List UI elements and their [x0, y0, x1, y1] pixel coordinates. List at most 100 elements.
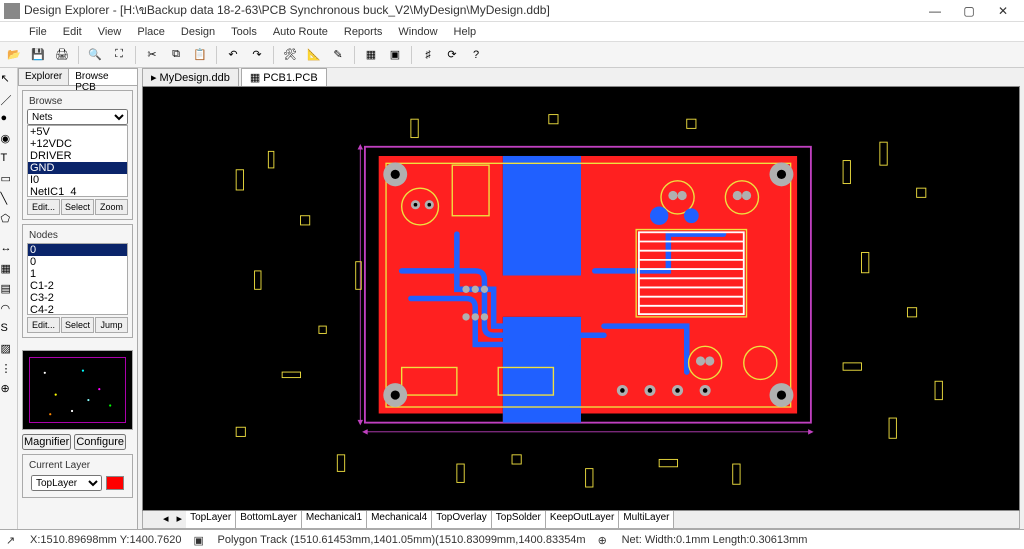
- list-item[interactable]: 0: [28, 244, 127, 256]
- separator: [354, 46, 355, 64]
- paste-icon[interactable]: 📋: [190, 45, 210, 65]
- scroll-left-icon[interactable]: ◂: [159, 511, 173, 528]
- net-icon: ⊕: [598, 534, 610, 546]
- open-icon[interactable]: 📂: [4, 45, 24, 65]
- menu-file[interactable]: File: [22, 24, 54, 40]
- menu-view[interactable]: View: [91, 24, 129, 40]
- layer-tab[interactable]: KeepOutLayer: [546, 511, 620, 528]
- menu-window[interactable]: Window: [391, 24, 444, 40]
- comp-icon[interactable]: ▤: [1, 282, 17, 298]
- browse-select-button[interactable]: Select: [61, 199, 94, 215]
- list-item[interactable]: C3-2: [28, 292, 127, 304]
- string-icon[interactable]: S: [1, 322, 17, 338]
- menu-help[interactable]: Help: [447, 24, 484, 40]
- layer-dropdown[interactable]: TopLayer: [31, 475, 102, 491]
- via-icon[interactable]: ◉: [1, 132, 17, 148]
- zoom-area-icon[interactable]: 🔍: [85, 45, 105, 65]
- menu-autoroute[interactable]: Auto Route: [266, 24, 335, 40]
- tab-browse-pcb[interactable]: Browse PCB: [68, 68, 138, 85]
- layer-tabs: ◂ ▸ TopLayer BottomLayer Mechanical1 Mec…: [142, 511, 1020, 529]
- status-net: Net: Width:0.1mm Length:0.30613mm: [622, 534, 808, 546]
- menu-place[interactable]: Place: [130, 24, 172, 40]
- list-item[interactable]: C1-2: [28, 280, 127, 292]
- cursor-pos-icon: ↗: [6, 534, 18, 546]
- group-icon[interactable]: ▣: [385, 45, 405, 65]
- nodes-select-button[interactable]: Select: [61, 317, 94, 333]
- side-tabs: Explorer Browse PCB: [18, 68, 137, 86]
- app-icon: [4, 3, 20, 19]
- tool3-icon[interactable]: ✎: [328, 45, 348, 65]
- chip-icon[interactable]: ▦: [361, 45, 381, 65]
- list-item[interactable]: +5V: [28, 126, 127, 138]
- fill-icon[interactable]: ▨: [1, 342, 17, 358]
- menu-design[interactable]: Design: [174, 24, 222, 40]
- pcb-render: [143, 87, 1019, 510]
- dim-icon[interactable]: ↔: [1, 242, 17, 258]
- pad-icon[interactable]: ●: [1, 112, 17, 128]
- list-item[interactable]: NetIC1_4: [28, 186, 127, 197]
- layer-tab[interactable]: TopLayer: [186, 511, 236, 528]
- text-icon[interactable]: T: [1, 152, 17, 168]
- layer-color-swatch[interactable]: [106, 476, 124, 490]
- print-icon[interactable]: 🖨: [52, 45, 72, 65]
- arc-icon[interactable]: ◠: [1, 302, 17, 318]
- copy-icon[interactable]: ⧉: [166, 45, 186, 65]
- layer-tab[interactable]: MultiLayer: [619, 511, 674, 528]
- maximize-button[interactable]: ▢: [952, 1, 986, 21]
- rotate-icon[interactable]: ⟳: [442, 45, 462, 65]
- tab-pcb1[interactable]: ▦PCB1.PCB: [241, 68, 327, 86]
- rect-icon[interactable]: ▭: [1, 172, 17, 188]
- list-item[interactable]: GND: [28, 162, 127, 174]
- configure-button[interactable]: Configure: [74, 434, 126, 450]
- layer-tab[interactable]: BottomLayer: [236, 511, 302, 528]
- cut-icon[interactable]: ✂: [142, 45, 162, 65]
- separator: [78, 46, 79, 64]
- tab-explorer[interactable]: Explorer: [18, 68, 69, 85]
- nets-list[interactable]: +5V +12VDC DRIVER GND I0 NetIC1_4 NetIC1…: [27, 125, 128, 197]
- nodes-list[interactable]: 0 0 1 C1-2 C3-2 C4-2 C5-2 C6-2: [27, 243, 128, 315]
- menu-reports[interactable]: Reports: [337, 24, 390, 40]
- tab-mydesign[interactable]: ▸MyDesign.ddb: [142, 68, 239, 86]
- poly-icon[interactable]: ⬠: [1, 212, 17, 228]
- help-icon[interactable]: ?: [466, 45, 486, 65]
- tool2-icon[interactable]: 📐: [304, 45, 324, 65]
- list-item[interactable]: 1: [28, 268, 127, 280]
- nodes-jump-button[interactable]: Jump: [95, 317, 128, 333]
- list-item[interactable]: DRIVER: [28, 150, 127, 162]
- redo-icon[interactable]: ↷: [247, 45, 267, 65]
- list-item[interactable]: +12VDC: [28, 138, 127, 150]
- layer-tab[interactable]: TopSolder: [492, 511, 546, 528]
- room-icon[interactable]: ▦: [1, 262, 17, 278]
- origin-icon[interactable]: ⊕: [1, 382, 17, 398]
- list-item[interactable]: I0: [28, 174, 127, 186]
- side-panel: Explorer Browse PCB Browse Nets +5V +12V…: [18, 68, 138, 529]
- browse-dropdown[interactable]: Nets: [27, 109, 128, 125]
- nodes-edit-button[interactable]: Edit...: [27, 317, 60, 333]
- scroll-right-icon[interactable]: ▸: [173, 511, 187, 528]
- zoom-fit-icon[interactable]: ⛶: [109, 45, 129, 65]
- cursor-icon[interactable]: ↖: [1, 72, 17, 88]
- pcb-canvas[interactable]: [142, 86, 1020, 511]
- line-icon[interactable]: ／: [1, 92, 17, 108]
- preview-panel[interactable]: [22, 350, 133, 430]
- magnifier-button[interactable]: Magnifier: [22, 434, 71, 450]
- list-item[interactable]: C4-2: [28, 304, 127, 315]
- diag-icon[interactable]: ╲: [1, 192, 17, 208]
- list-item[interactable]: 0: [28, 256, 127, 268]
- array-icon[interactable]: ⋮: [1, 362, 17, 378]
- menu-tools[interactable]: Tools: [224, 24, 264, 40]
- layer-tab[interactable]: Mechanical1: [302, 511, 367, 528]
- browse-edit-button[interactable]: Edit...: [27, 199, 60, 215]
- layer-tab[interactable]: Mechanical4: [367, 511, 432, 528]
- save-icon[interactable]: 💾: [28, 45, 48, 65]
- browse-panel: Browse Nets +5V +12VDC DRIVER GND I0 Net…: [18, 86, 137, 346]
- menu-edit[interactable]: Edit: [56, 24, 89, 40]
- browse-title: Browse: [27, 96, 64, 107]
- layer-tab[interactable]: TopOverlay: [432, 511, 492, 528]
- grid-icon[interactable]: ♯: [418, 45, 438, 65]
- minimize-button[interactable]: —: [918, 1, 952, 21]
- tool-icon[interactable]: 🛠: [280, 45, 300, 65]
- undo-icon[interactable]: ↶: [223, 45, 243, 65]
- close-button[interactable]: ✕: [986, 1, 1020, 21]
- browse-zoom-button[interactable]: Zoom: [95, 199, 128, 215]
